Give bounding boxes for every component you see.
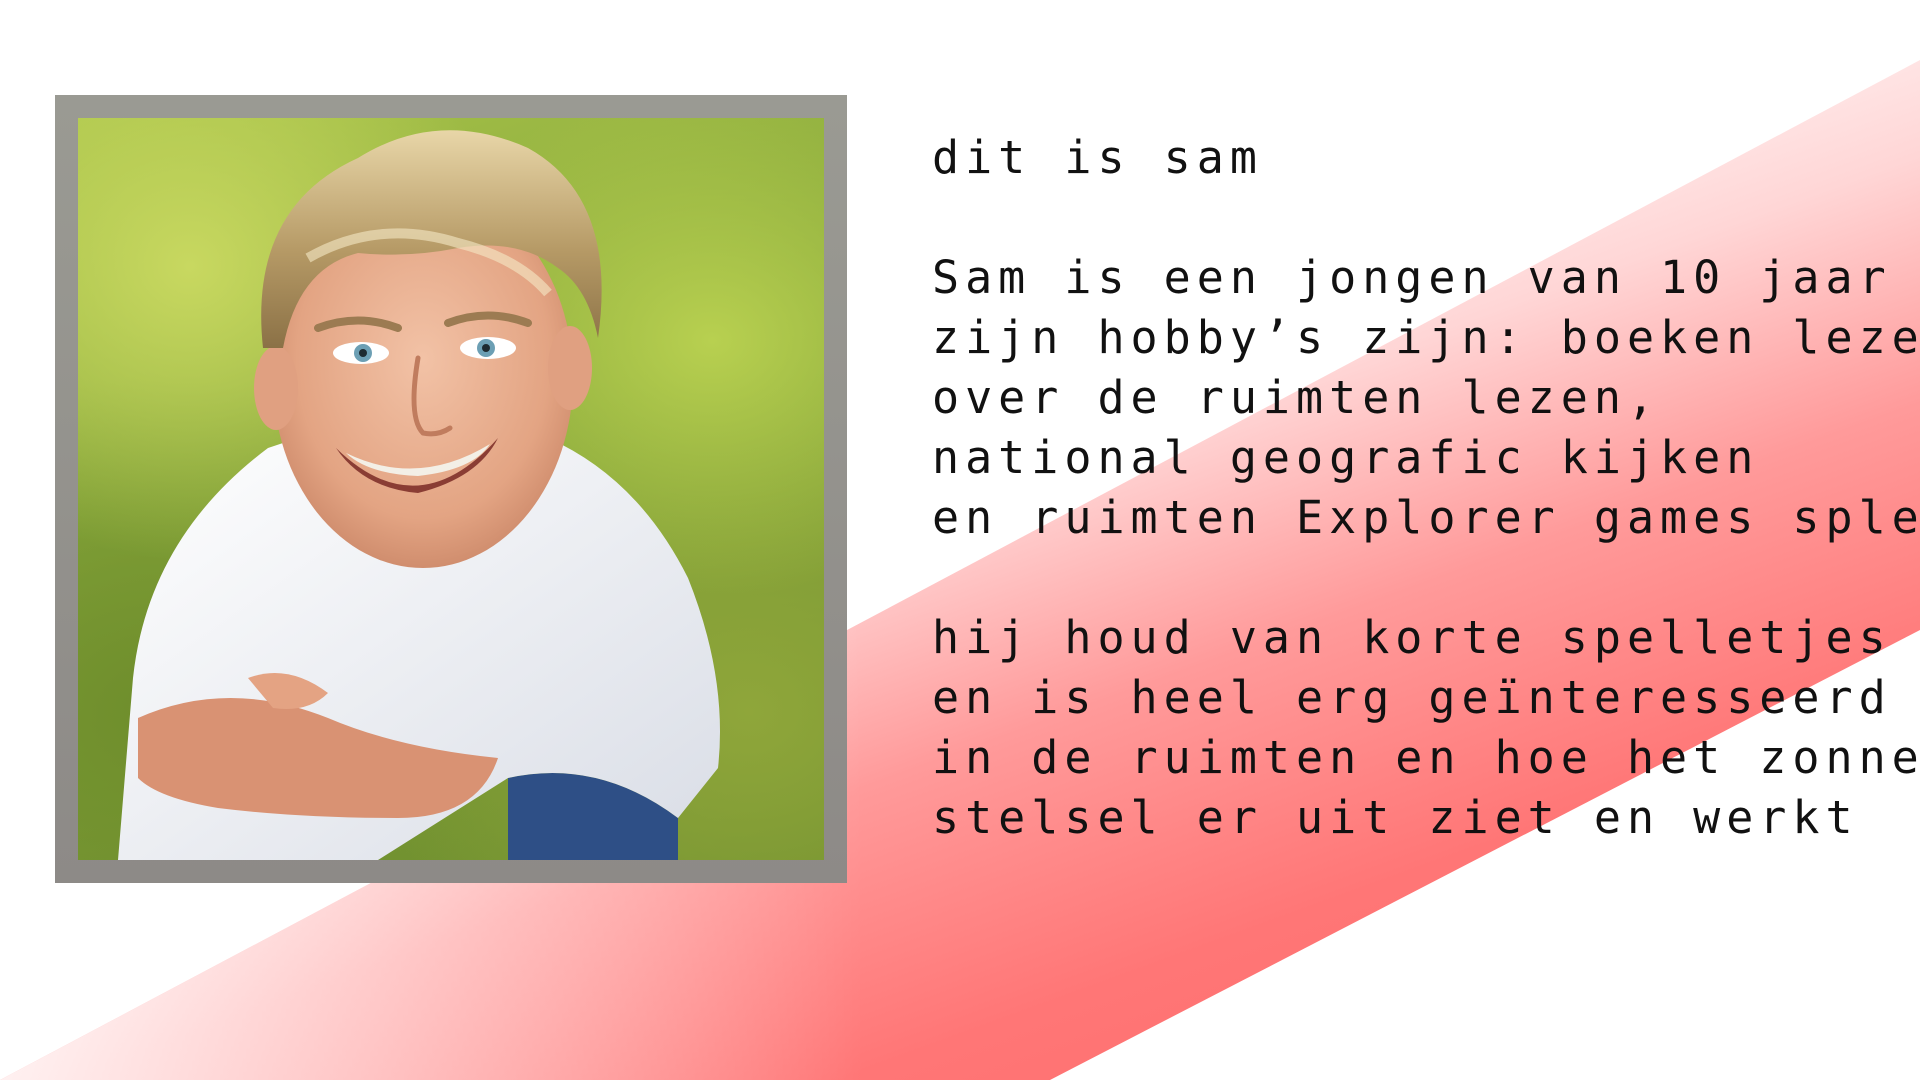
bio-line: national geografic kijken — [932, 431, 1760, 484]
slide: dit is sam Sam is een jongen van 10 jaar… — [0, 0, 1920, 1080]
bio-line: zijn hobby’s zijn: boeken lezen — [932, 311, 1920, 364]
bio-line: Sam is een jongen van 10 jaar — [932, 251, 1892, 304]
boy-portrait-photo — [78, 118, 824, 860]
heading: dit is sam — [932, 131, 1263, 184]
bio-line: en ruimten Explorer games spleen — [932, 491, 1920, 544]
boy-portrait-illustration — [118, 130, 720, 860]
photo-frame — [55, 95, 847, 883]
bio-text-block: dit is sam Sam is een jongen van 10 jaar… — [932, 128, 1920, 848]
interest-line: stelsel er uit ziet en werkt — [932, 791, 1859, 844]
interest-line: in de ruimten en hoe het zonnen — [932, 731, 1920, 784]
bio-line: over de ruimten lezen, — [932, 371, 1661, 424]
interest-line: en is heel erg geïnteresseerd — [932, 671, 1892, 724]
interest-line: hij houd van korte spelletjes — [932, 611, 1892, 664]
